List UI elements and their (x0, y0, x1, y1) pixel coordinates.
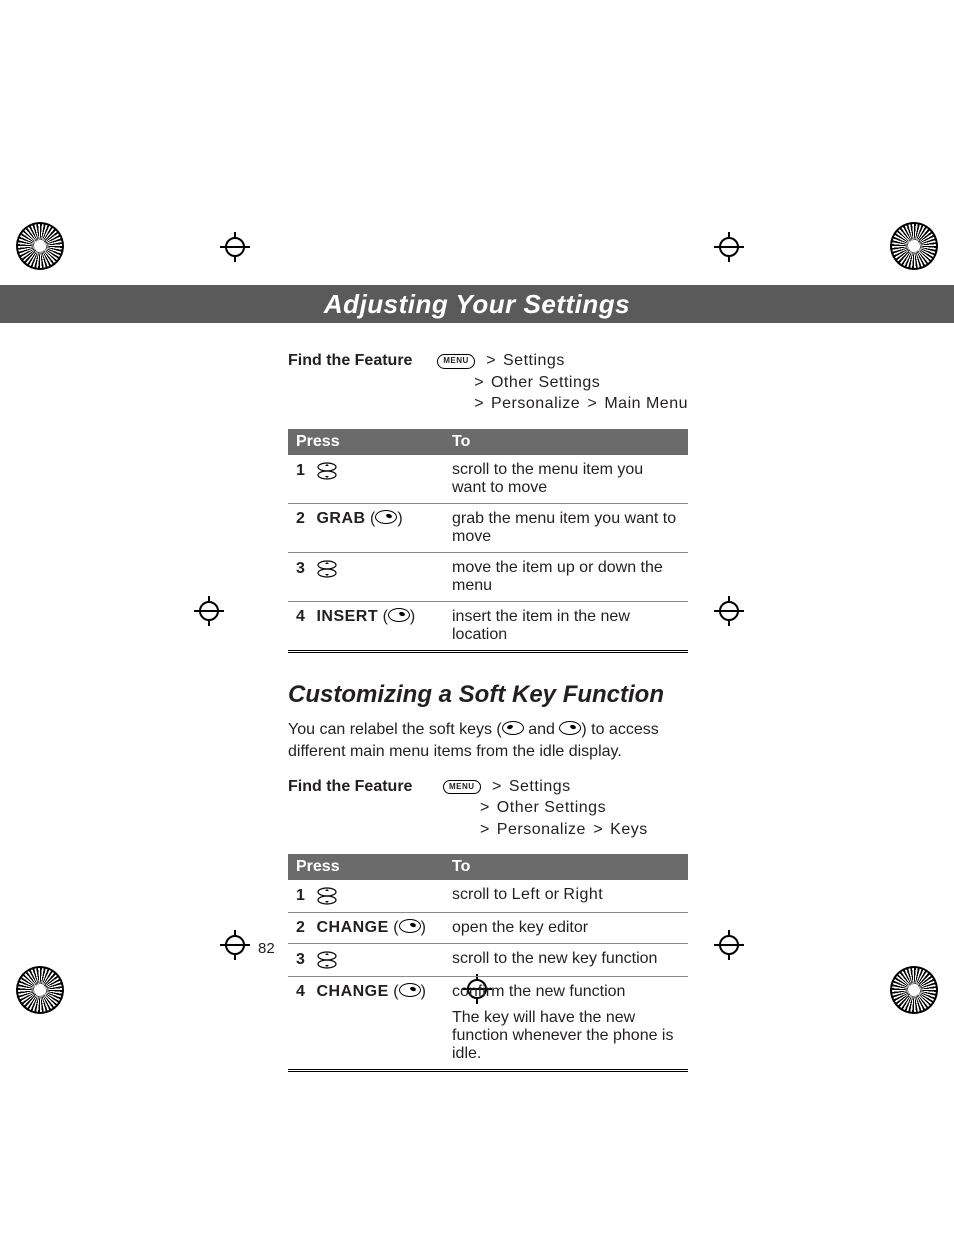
menu-path: MENU > Settings > Other Settings > Perso… (437, 350, 688, 415)
table-row: 3 move the item up or down the menu (288, 552, 688, 601)
step-description: grab the menu item you want to move (444, 503, 688, 552)
step-number: 2 (296, 919, 312, 937)
right-soft-key-icon (399, 919, 421, 933)
menu-path-item: Other Settings (497, 799, 606, 816)
menu-button-icon: MENU (437, 354, 475, 369)
print-crosshair-icon (714, 232, 744, 262)
left-soft-key-icon (502, 721, 524, 735)
scroll-key-icon (316, 461, 338, 481)
table-row: 2 CHANGE () open the key editor (288, 913, 688, 944)
menu-path: MENU > Settings > Other Settings > Perso… (443, 776, 648, 841)
right-soft-key-icon (399, 983, 421, 997)
step-description: confirm the new function The key will ha… (444, 977, 688, 1071)
step-number: 3 (296, 560, 312, 578)
scroll-key-icon (316, 559, 338, 579)
section-body: You can relabel the soft keys ( and ) to… (288, 719, 688, 764)
table-row: 3 scroll to the new key function (288, 944, 688, 977)
table-row: 1 scroll to the menu item you want to mo… (288, 455, 688, 504)
menu-button-icon: MENU (443, 780, 481, 795)
table-row: 2 GRAB () grab the menu item you want to… (288, 503, 688, 552)
menu-path-item: Keys (610, 821, 648, 838)
chapter-title-banner: Adjusting Your Settings (0, 285, 954, 323)
col-press: Press (288, 429, 444, 455)
print-crosshair-icon (220, 930, 250, 960)
print-crosshair-icon (220, 232, 250, 262)
chapter-title: Adjusting Your Settings (324, 289, 630, 320)
print-crosshair-icon (194, 596, 224, 626)
right-soft-key-icon (559, 721, 581, 735)
step-number: 1 (296, 462, 312, 480)
right-soft-key-icon (388, 608, 410, 622)
step-number: 4 (296, 983, 312, 1001)
scroll-key-icon (316, 950, 338, 970)
steps-table-soft-keys: Press To 1 scroll to Left or Right (288, 854, 688, 1072)
scroll-key-icon (316, 886, 338, 906)
step-number: 4 (296, 608, 312, 626)
steps-table-main-menu: Press To 1 scroll to the menu item you w… (288, 429, 688, 653)
step-description: move the item up or down the menu (444, 552, 688, 601)
menu-path-item: Settings (509, 778, 571, 795)
print-registration-mark (890, 222, 938, 270)
col-to: To (444, 854, 688, 880)
find-the-feature-block: Find the Feature MENU > Settings > Other… (288, 350, 688, 415)
soft-key-label: CHANGE (316, 983, 388, 1000)
print-crosshair-icon (714, 930, 744, 960)
step-description: scroll to the menu item you want to move (444, 455, 688, 504)
page-number: 82 (258, 940, 275, 957)
step-description: scroll to Left or Right (444, 880, 688, 913)
step-description: scroll to the new key function (444, 944, 688, 977)
table-row: 4 INSERT () insert the item in the new l… (288, 601, 688, 651)
print-crosshair-icon (714, 596, 744, 626)
step-number: 3 (296, 951, 312, 969)
print-registration-mark (890, 966, 938, 1014)
table-row: 4 CHANGE () confirm the new function The… (288, 977, 688, 1071)
step-description: open the key editor (444, 913, 688, 944)
step-number: 2 (296, 510, 312, 528)
col-to: To (444, 429, 688, 455)
find-the-feature-block: Find the Feature MENU > Settings > Other… (288, 776, 688, 841)
menu-path-item: Personalize (491, 395, 580, 412)
right-soft-key-icon (375, 510, 397, 524)
print-registration-mark (16, 966, 64, 1014)
find-the-feature-label: Find the Feature (288, 776, 443, 841)
menu-path-item: Settings (503, 352, 565, 369)
find-the-feature-label: Find the Feature (288, 350, 437, 415)
step-number: 1 (296, 887, 312, 905)
soft-key-label: CHANGE (316, 919, 388, 936)
soft-key-label: INSERT (316, 608, 378, 625)
section-heading: Customizing a Soft Key Function (288, 681, 688, 709)
menu-path-item: Main Menu (604, 395, 688, 412)
table-row: 1 scroll to Left or Right (288, 880, 688, 913)
menu-path-item: Other Settings (491, 374, 600, 391)
soft-key-label: GRAB (316, 510, 365, 527)
print-registration-mark (16, 222, 64, 270)
step-description: insert the item in the new location (444, 601, 688, 651)
col-press: Press (288, 854, 444, 880)
menu-path-item: Personalize (497, 821, 586, 838)
